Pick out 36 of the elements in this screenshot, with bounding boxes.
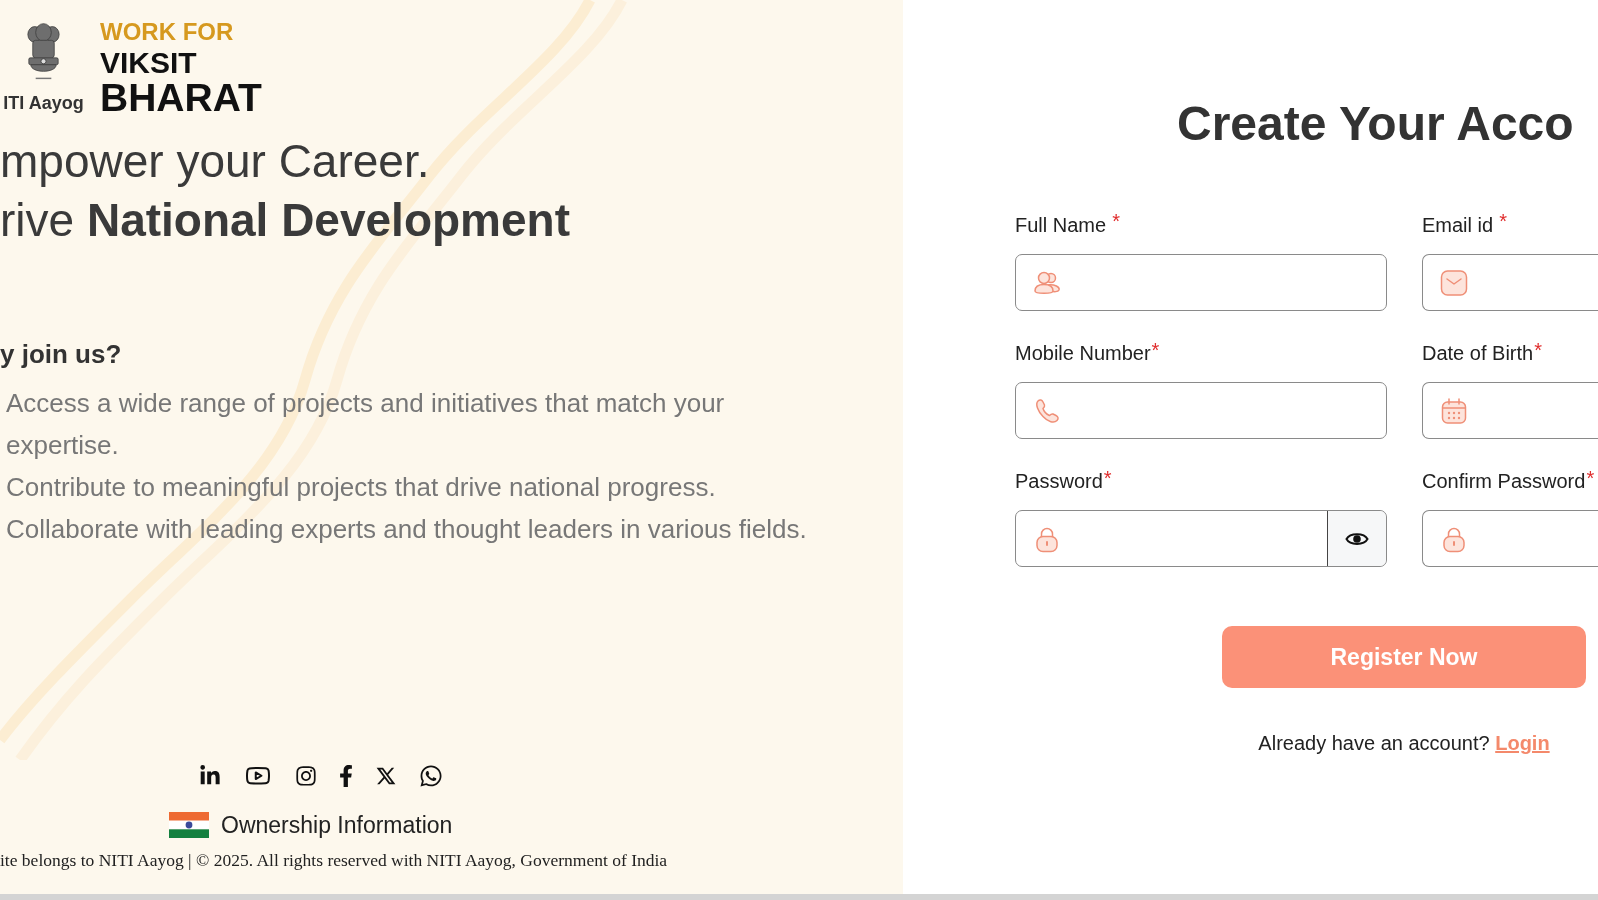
field-label: Date of Birth* (1422, 343, 1542, 363)
phone-field[interactable] (1015, 382, 1387, 439)
x-icon[interactable] (375, 765, 397, 787)
login-link[interactable]: Login (1495, 732, 1550, 754)
whatsapp-icon[interactable] (419, 764, 443, 788)
calendar-icon (1440, 396, 1468, 425)
field-label: Email id * (1422, 215, 1507, 235)
mail-icon (1440, 268, 1468, 297)
login-prompt: Already have an account? Login (1258, 731, 1550, 755)
field-label: Confirm Password* (1422, 471, 1595, 491)
emblem-caption: ITI Aayog (3, 94, 84, 112)
show-password-button[interactable] (1327, 511, 1386, 566)
field-label: Full Name * (1015, 215, 1120, 235)
ownership-link[interactable]: Ownership Information (221, 812, 453, 838)
benefit-text: Collaborate with leading experts and thought leaders in various fields. (6, 513, 808, 546)
benefit-text: Access a wide range of projects and initiatives that match your expertise. (6, 387, 726, 462)
section-heading: y join us? (0, 339, 122, 369)
headline-text: rive National Development (0, 193, 570, 248)
field-label: Password* (1015, 471, 1112, 491)
phone-icon (1033, 396, 1061, 425)
benefit-text: Contribute to meaningful projects that drive national progress. (6, 471, 717, 504)
linkedin-icon[interactable] (199, 765, 221, 787)
flag-icon (169, 812, 209, 838)
password-field[interactable] (1015, 510, 1387, 567)
form-title: Create Your Acco (1177, 100, 1574, 148)
eye-icon (1345, 530, 1369, 547)
name-field[interactable] (1015, 254, 1387, 311)
field-label: Mobile Number* (1015, 343, 1160, 363)
instagram-icon[interactable] (295, 765, 317, 787)
tagline-text: VIKSIT (100, 48, 198, 78)
tagline-text: WORK FOR (100, 20, 235, 44)
facebook-icon[interactable] (339, 765, 353, 787)
register-button[interactable]: Register Now (1222, 626, 1586, 688)
headline-text: mpower your Career. (0, 134, 430, 189)
copyright-text: ite belongs to NITI Aayog | © 2025. All rights reserved with NITI Aayog, Government of India (0, 851, 668, 869)
tagline-text: BHARAT (100, 78, 262, 117)
